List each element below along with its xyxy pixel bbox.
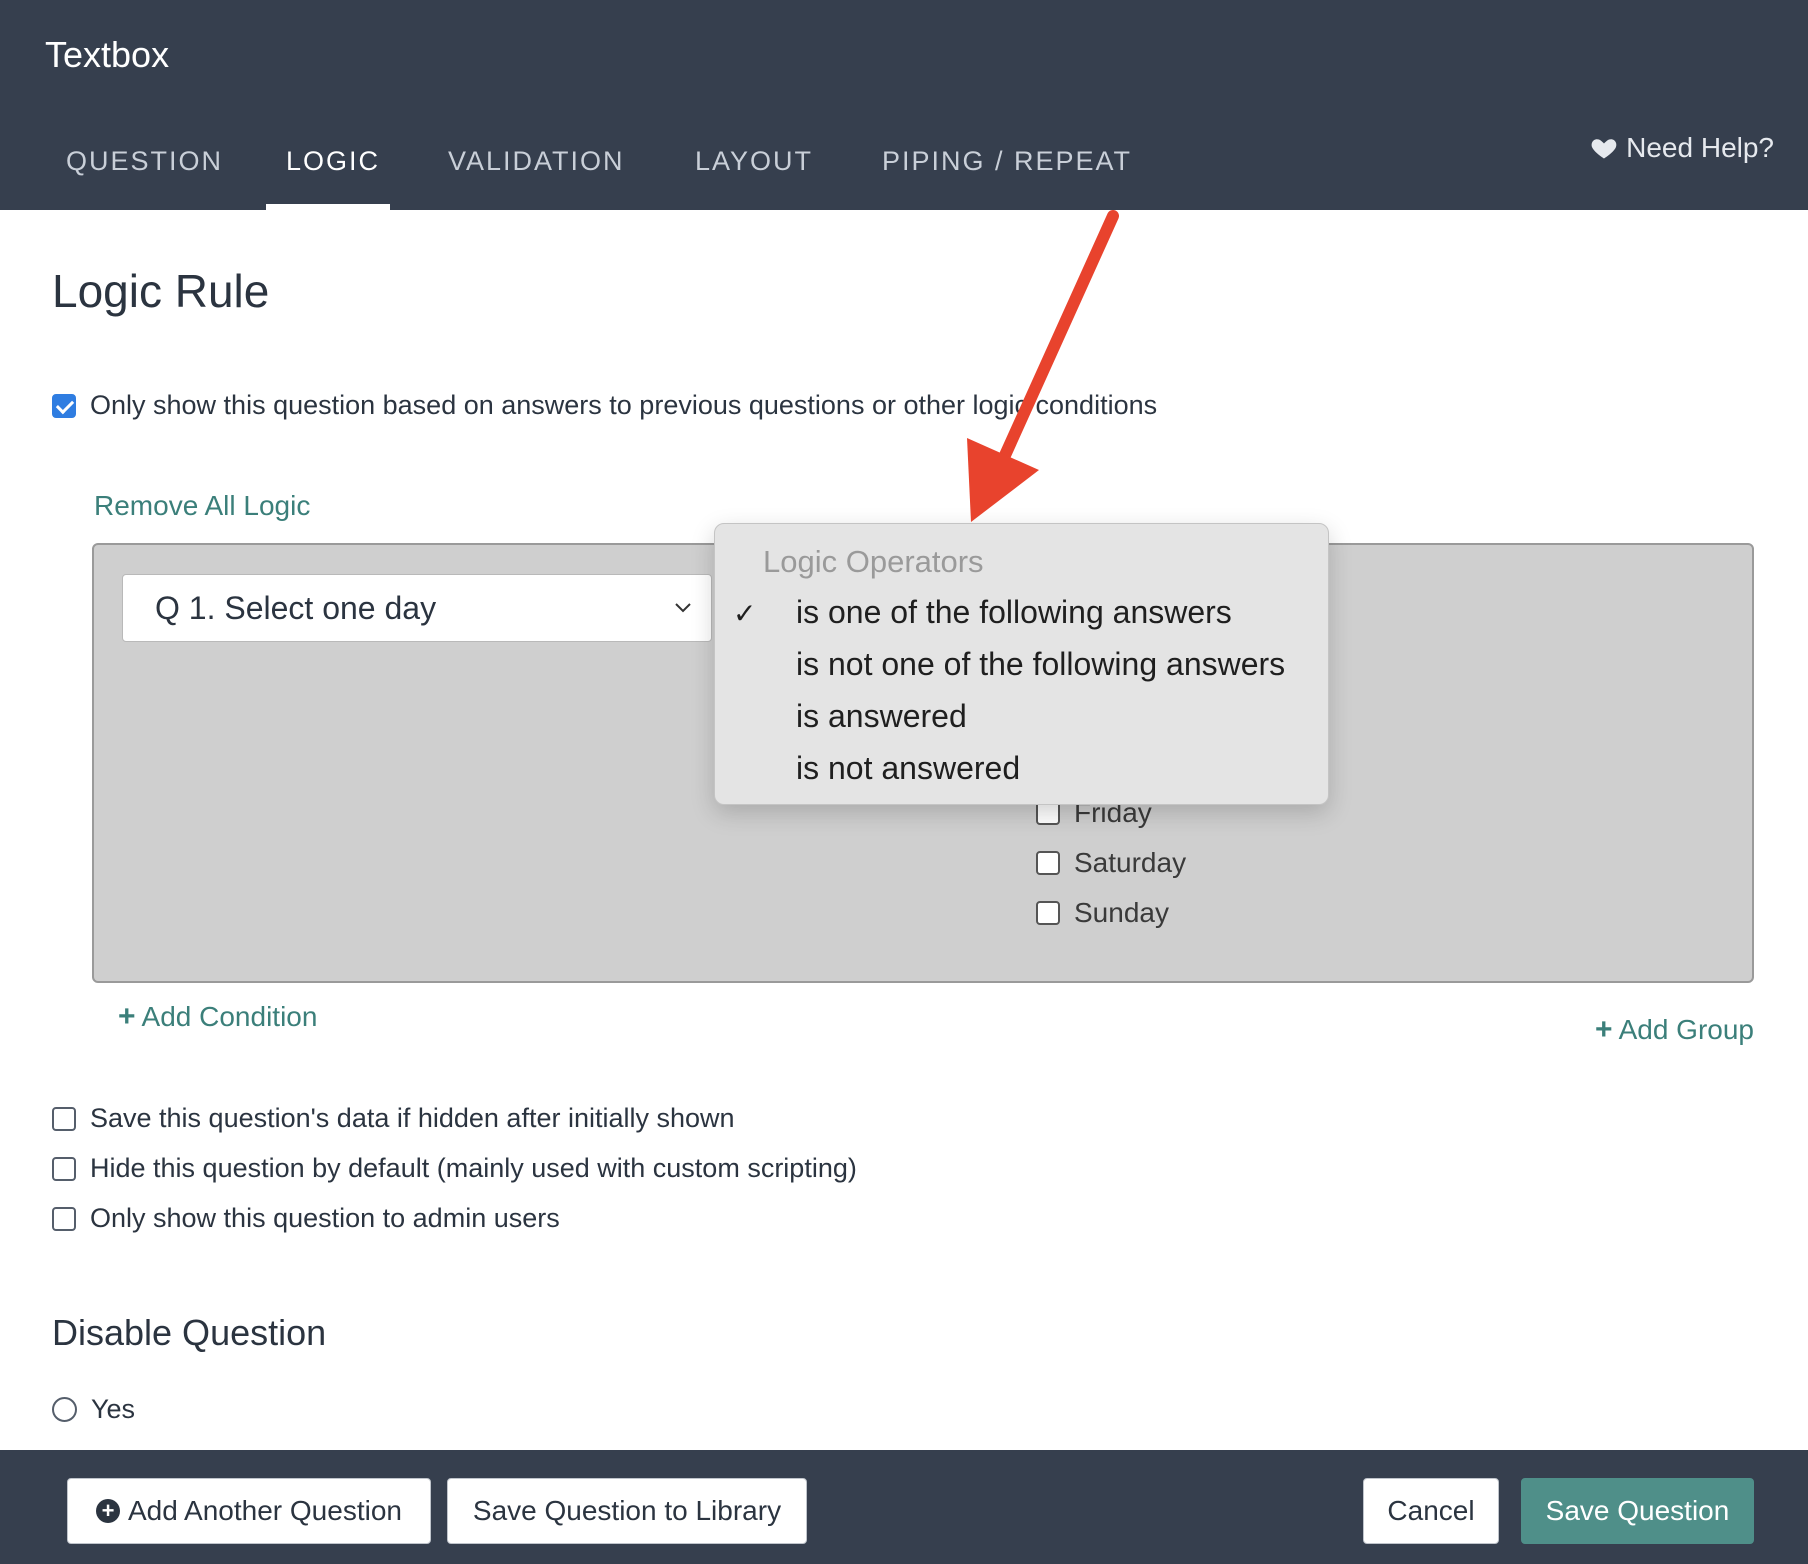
- only-show-row[interactable]: Only show this question based on answers…: [52, 390, 1157, 421]
- saturday-checkbox[interactable]: [1036, 851, 1060, 875]
- saturday-label: Saturday: [1074, 847, 1187, 878]
- day-option-sunday[interactable]: Sunday: [1036, 897, 1169, 929]
- active-tab-indicator: [266, 204, 390, 210]
- add-condition-label: Add Condition: [141, 1001, 318, 1032]
- tab-logic[interactable]: LOGIC: [286, 140, 380, 200]
- page-header-title: Textbox: [45, 34, 170, 75]
- remove-all-logic-link[interactable]: Remove All Logic: [94, 490, 310, 522]
- save-data-checkbox[interactable]: [52, 1106, 76, 1131]
- add-condition-link[interactable]: + Add Condition: [118, 1000, 317, 1034]
- disable-yes-row[interactable]: Yes: [52, 1394, 135, 1425]
- option-admin-only-row[interactable]: Only show this question to admin users: [52, 1203, 560, 1234]
- question-select[interactable]: Q 1. Select one day: [122, 574, 712, 642]
- operator-option-is-answered[interactable]: is answered: [796, 698, 967, 735]
- cancel-button[interactable]: Cancel: [1363, 1478, 1499, 1544]
- admin-only-label: Only show this question to admin users: [90, 1203, 560, 1233]
- logic-operators-dropdown: Logic Operators ✓ is one of the followin…: [714, 523, 1329, 805]
- chevron-down-icon: [675, 603, 691, 613]
- add-another-question-label: Add Another Question: [128, 1495, 402, 1526]
- save-question-button[interactable]: Save Question: [1521, 1478, 1754, 1544]
- only-show-checkbox[interactable]: [52, 393, 76, 418]
- dropdown-group-label: Logic Operators: [763, 544, 984, 579]
- plus-icon: +: [1595, 1013, 1613, 1046]
- save-to-library-button[interactable]: Save Question to Library: [447, 1478, 807, 1544]
- need-help-link[interactable]: Need Help?: [1590, 132, 1774, 164]
- add-group-label: Add Group: [1618, 1014, 1754, 1045]
- tab-validation[interactable]: VALIDATION: [448, 140, 625, 200]
- tab-layout[interactable]: LAYOUT: [695, 140, 813, 200]
- sunday-checkbox[interactable]: [1036, 901, 1060, 925]
- hide-default-label: Hide this question by default (mainly us…: [90, 1153, 857, 1183]
- add-group-link[interactable]: + Add Group: [1595, 1013, 1754, 1047]
- question-select-value: Q 1. Select one day: [155, 589, 437, 626]
- option-save-data-row[interactable]: Save this question's data if hidden afte…: [52, 1103, 735, 1134]
- operator-option-is-one-of[interactable]: is one of the following answers: [796, 594, 1232, 631]
- day-option-saturday[interactable]: Saturday: [1036, 847, 1186, 879]
- tab-question[interactable]: QUESTION: [66, 140, 223, 200]
- disable-question-title: Disable Question: [52, 1312, 327, 1353]
- save-data-label: Save this question's data if hidden afte…: [90, 1103, 735, 1133]
- sunday-label: Sunday: [1074, 897, 1169, 928]
- tab-piping-repeat[interactable]: PIPING / REPEAT: [882, 140, 1132, 200]
- admin-only-checkbox[interactable]: [52, 1206, 76, 1231]
- checkmark-icon: ✓: [733, 598, 757, 629]
- operator-option-is-not-answered[interactable]: is not answered: [796, 750, 1020, 787]
- add-another-question-button[interactable]: + Add Another Question: [67, 1478, 431, 1544]
- hide-default-checkbox[interactable]: [52, 1156, 76, 1181]
- disable-yes-label: Yes: [91, 1394, 136, 1424]
- heart-icon: [1591, 139, 1617, 159]
- operator-option-is-not-one-of[interactable]: is not one of the following answers: [796, 646, 1285, 683]
- plus-circle-icon: +: [96, 1499, 120, 1523]
- only-show-label: Only show this question based on answers…: [90, 390, 1158, 420]
- logic-rule-title: Logic Rule: [52, 265, 270, 317]
- need-help-label: Need Help?: [1626, 132, 1774, 163]
- option-hide-default-row[interactable]: Hide this question by default (mainly us…: [52, 1153, 857, 1184]
- disable-yes-radio[interactable]: [52, 1397, 77, 1422]
- top-header: Textbox QUESTION LOGIC VALIDATION LAYOUT…: [0, 0, 1808, 210]
- plus-icon: +: [118, 1000, 136, 1033]
